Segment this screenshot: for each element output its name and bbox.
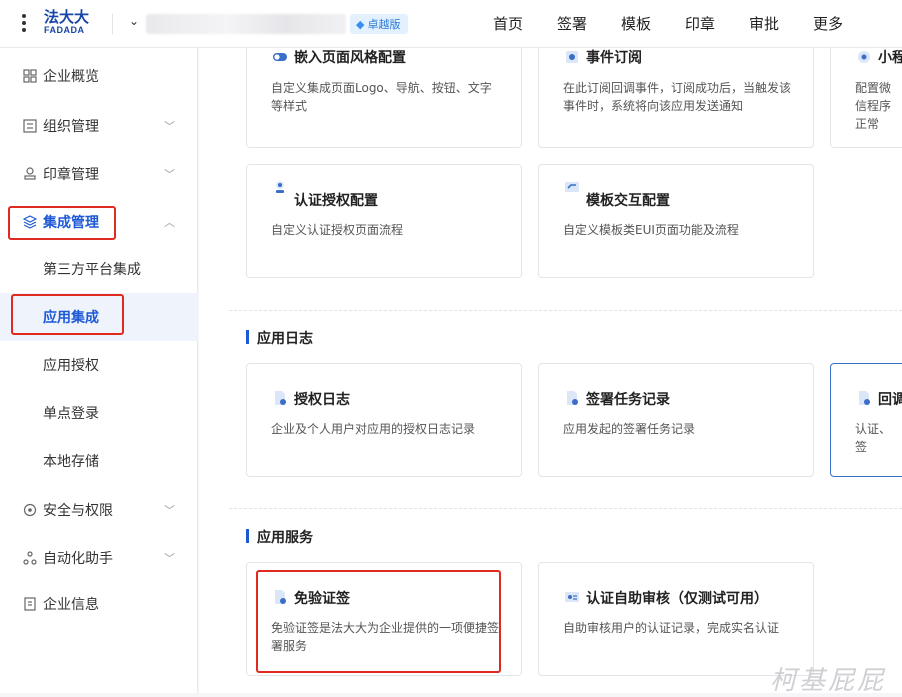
org-switch-chevron-icon[interactable]: ⌄ bbox=[129, 14, 139, 28]
more-menu-icon[interactable] bbox=[20, 14, 28, 34]
section-divider bbox=[229, 310, 902, 311]
id-card-icon bbox=[564, 589, 580, 605]
sidebar-item-label: 应用授权 bbox=[43, 358, 99, 374]
card-desc: 企业及个人用户对应用的授权日志记录 bbox=[271, 422, 476, 436]
card-title: 模板交互配置 bbox=[586, 193, 670, 209]
subscribe-icon bbox=[564, 49, 580, 65]
card-event-subscription[interactable]: 事件订阅 在此订阅回调事件，订阅成功后，当触发该事件时，系统将向该应用发送通知 bbox=[538, 48, 814, 148]
dashboard-icon bbox=[22, 68, 38, 84]
toggle-icon bbox=[272, 49, 288, 65]
edition-badge-label: 卓越版 bbox=[367, 18, 401, 31]
card-sign-task-log[interactable]: 签署任务记录 应用发起的签署任务记录 bbox=[538, 363, 814, 477]
section-divider bbox=[229, 508, 902, 509]
sidebar-item-label: 本地存储 bbox=[43, 454, 99, 470]
card-auth-config[interactable]: 认证授权配置 自定义认证授权页面流程 bbox=[246, 164, 522, 278]
card-desc: 自定义模板类EUI页面功能及流程 bbox=[563, 223, 739, 237]
nav-approval[interactable]: 审批 bbox=[732, 0, 796, 48]
sidebar-item-third-party[interactable]: 第三方平台集成 bbox=[0, 245, 198, 293]
card-desc: 在此订阅回调事件，订阅成功后，当触发该事件时，系统将向该应用发送通知 bbox=[563, 81, 792, 113]
chevron-down-icon: ﹀ bbox=[164, 168, 175, 181]
sidebar-item-local-storage[interactable]: 本地存储 bbox=[0, 437, 198, 485]
sidebar-item-automation[interactable]: 自动化助手 ﹀ bbox=[0, 534, 198, 582]
sidebar-item-sso[interactable]: 单点登录 bbox=[0, 389, 198, 437]
log-doc-icon bbox=[272, 390, 288, 406]
template-icon bbox=[564, 179, 580, 195]
card-desc: 配置微信程序正常 bbox=[855, 81, 892, 131]
nav-home[interactable]: 首页 bbox=[476, 0, 540, 48]
nav-more[interactable]: 更多 bbox=[796, 0, 860, 48]
section-marker bbox=[246, 529, 249, 543]
sidebar-item-label: 第三方平台集成 bbox=[43, 262, 141, 278]
logo-cn: 法大大 bbox=[44, 8, 90, 26]
main-content: 嵌入页面风格配置 自定义集成页面Logo、导航、按钮、文字等样式 事件订阅 在此… bbox=[199, 48, 902, 693]
card-title: 签署任务记录 bbox=[586, 392, 670, 408]
sidebar: 企业概览 组织管理 ﹀ 印章管理 ﹀ 集成管理 ︿ 第三方平台集成 应用集成 应… bbox=[0, 48, 198, 693]
edition-badge: ◆ 卓越版 bbox=[350, 14, 409, 34]
watermark: 柯基屁屁 bbox=[770, 666, 887, 696]
miniprogram-icon bbox=[856, 49, 872, 65]
sidebar-item-label: 单点登录 bbox=[43, 406, 99, 422]
sidebar-item-app-auth[interactable]: 应用授权 bbox=[0, 341, 198, 389]
card-desc: 自助审核用户的认证记录，完成实名认证 bbox=[563, 621, 780, 635]
chevron-down-icon: ﹀ bbox=[164, 120, 175, 133]
section-title-services: 应用服务 bbox=[257, 530, 313, 546]
card-title: 授权日志 bbox=[294, 392, 350, 408]
sidebar-item-label: 企业信息 bbox=[43, 597, 99, 613]
sidebar-item-label: 组织管理 bbox=[43, 119, 99, 135]
sidebar-item-seal[interactable]: 印章管理 ﹀ bbox=[0, 150, 198, 198]
sidebar-item-label: 印章管理 bbox=[43, 167, 99, 183]
top-bar: 法大大 FADADA ⌄ ◆ 卓越版 首页 签署 模板 印章 审批 更多 bbox=[0, 0, 902, 48]
sidebar-item-label: 企业概览 bbox=[43, 69, 99, 85]
automation-icon bbox=[22, 550, 38, 566]
security-icon bbox=[22, 502, 38, 518]
card-title: 事件订阅 bbox=[586, 50, 642, 66]
card-template-interaction[interactable]: 模板交互配置 自定义模板类EUI页面功能及流程 bbox=[538, 164, 814, 278]
section-title-logs: 应用日志 bbox=[257, 331, 313, 347]
card-title: 回调 bbox=[878, 392, 902, 408]
highlight-box-integration bbox=[8, 206, 116, 240]
diamond-icon: ◆ bbox=[356, 17, 365, 31]
sidebar-item-label: 自动化助手 bbox=[43, 551, 113, 567]
highlight-box-app-integration bbox=[11, 294, 124, 335]
sign-doc-icon bbox=[564, 390, 580, 406]
sidebar-item-company-info[interactable]: 企业信息 bbox=[0, 580, 198, 628]
card-auth-log[interactable]: 授权日志 企业及个人用户对应用的授权日志记录 bbox=[246, 363, 522, 477]
sidebar-item-org[interactable]: 组织管理 ﹀ bbox=[0, 102, 198, 150]
nav-sign[interactable]: 签署 bbox=[540, 0, 604, 48]
card-title: 认证授权配置 bbox=[294, 193, 378, 209]
card-miniprogram[interactable]: 小程 配置微信程序正常 bbox=[830, 48, 902, 148]
card-title: 认证自助审核（仅测试可用） bbox=[586, 591, 768, 607]
section-marker bbox=[246, 330, 249, 344]
sidebar-item-overview[interactable]: 企业概览 bbox=[0, 52, 198, 100]
highlight-box-free-sign bbox=[256, 570, 501, 673]
nav-seal[interactable]: 印章 bbox=[668, 0, 732, 48]
callback-doc-icon bbox=[856, 390, 872, 406]
card-desc: 认证、签 bbox=[855, 422, 892, 454]
top-nav: 首页 签署 模板 印章 审批 更多 bbox=[476, 0, 860, 48]
nav-template[interactable]: 模板 bbox=[604, 0, 668, 48]
sidebar-item-label: 安全与权限 bbox=[43, 503, 113, 519]
chevron-up-icon: ︿ bbox=[164, 216, 175, 229]
header-divider bbox=[112, 14, 113, 34]
card-embed-style[interactable]: 嵌入页面风格配置 自定义集成页面Logo、导航、按钮、文字等样式 bbox=[246, 48, 522, 148]
info-icon bbox=[22, 596, 38, 612]
seal-icon bbox=[22, 166, 38, 182]
chevron-down-icon: ﹀ bbox=[164, 504, 175, 517]
card-desc: 自定义集成页面Logo、导航、按钮、文字等样式 bbox=[271, 81, 492, 113]
sidebar-item-security[interactable]: 安全与权限 ﹀ bbox=[0, 486, 198, 534]
card-desc: 自定义认证授权页面流程 bbox=[271, 223, 404, 237]
auth-icon bbox=[272, 179, 288, 195]
card-self-review[interactable]: 认证自助审核（仅测试可用） 自助审核用户的认证记录，完成实名认证 bbox=[538, 562, 814, 676]
org-icon bbox=[22, 118, 38, 134]
card-desc: 应用发起的签署任务记录 bbox=[563, 422, 696, 436]
card-callback-log[interactable]: 回调 认证、签 bbox=[830, 363, 902, 477]
card-title: 小程 bbox=[878, 50, 902, 66]
card-title: 嵌入页面风格配置 bbox=[294, 50, 406, 66]
org-name-redacted[interactable] bbox=[146, 14, 346, 34]
logo[interactable]: 法大大 FADADA bbox=[44, 9, 94, 39]
chevron-down-icon: ﹀ bbox=[164, 552, 175, 565]
logo-en: FADADA bbox=[44, 25, 85, 35]
